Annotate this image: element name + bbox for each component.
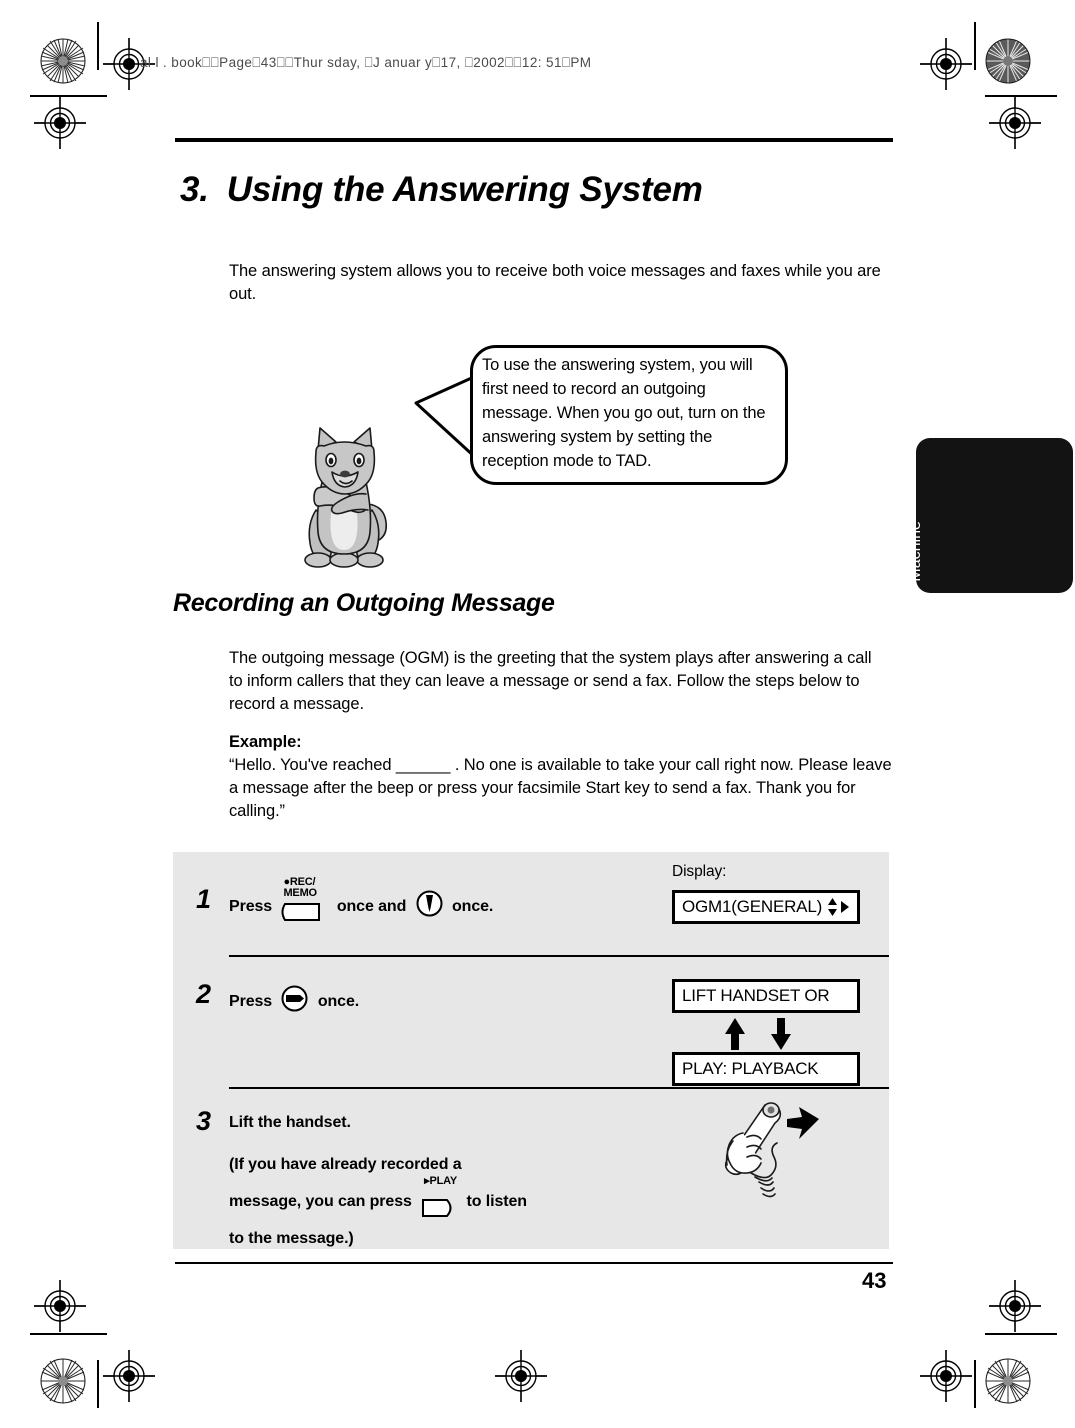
- chapter-number: 3.: [180, 170, 209, 209]
- step-number: 1: [196, 884, 212, 914]
- file-header-line: al l . book⎕⎕Page⎕43⎕⎕Thur sday, ⎕J anua…: [140, 55, 591, 71]
- speech-bubble-text: To use the answering system, you will fi…: [482, 356, 766, 470]
- play-key-icon[interactable]: ▸PLAY: [421, 1176, 457, 1217]
- step3-text-before: message, you can press: [229, 1193, 412, 1211]
- speech-bubble: To use the answering system, you will fi…: [410, 340, 805, 495]
- crop-mark-top-left-horizontal: [30, 95, 107, 97]
- crop-mark-top-left-vertical: [97, 22, 99, 70]
- page-number: 43: [862, 1268, 887, 1293]
- crop-mark-bottom-left-vertical: [97, 1360, 99, 1408]
- step3-line-2: (If you have already recorded a: [229, 1156, 462, 1173]
- step-instruction: Press once.: [229, 985, 359, 1019]
- down-arrow-circle-icon[interactable]: [416, 890, 443, 924]
- example-label: Example:: [229, 733, 302, 751]
- rec-memo-key-caption: ●REC/ MEMO: [283, 876, 317, 899]
- file-header-text: al l . book⎕⎕Page⎕43⎕⎕Thur sday, ⎕J anua…: [140, 55, 592, 70]
- example-block: Example: “Hello. You've reached ______ .…: [229, 731, 894, 823]
- display-text: LIFT HANDSET OR: [682, 986, 830, 1005]
- step-instruction: Lift the handset. (If you have already r…: [229, 1112, 659, 1250]
- registration-target-right-lower: [989, 1280, 1041, 1332]
- registration-target-left-upper: [34, 97, 86, 149]
- display-text: PLAY: PLAYBACK: [682, 1059, 819, 1078]
- registration-target-left-lower: [34, 1280, 86, 1332]
- lift-arrow-icon: [787, 1107, 819, 1139]
- crop-mark-bottom-right-vertical: [974, 1360, 976, 1408]
- crop-mark-top-right-vertical: [974, 22, 976, 70]
- registration-target-top-right: [920, 38, 972, 90]
- registration-target-bottom-center: [495, 1350, 547, 1402]
- intro-paragraph: The answering system allows you to recei…: [229, 262, 881, 303]
- steps-panel: Display: 1 Press ●REC/ MEMO once and onc…: [173, 852, 889, 1249]
- step-row: 3 Lift the handset. (If you have already…: [173, 1089, 889, 1249]
- display-right-arrow-icon: [840, 897, 850, 917]
- example-text: “Hello. You've reached ______ . No one i…: [229, 756, 892, 820]
- display-updown-arrow-icon: [826, 897, 839, 917]
- registration-rosette-bottom-left: [40, 1358, 86, 1404]
- crop-mark-bottom-right-horizontal: [985, 1333, 1057, 1335]
- step3-line-4: to the message.): [229, 1230, 354, 1247]
- step-row: 2 Press once. LIFT HANDSET OR PLAY: PLAY…: [173, 957, 889, 1089]
- registration-rosette-bottom-right: [985, 1358, 1031, 1404]
- footer-rule: [175, 1262, 893, 1264]
- display-box-bottom: PLAY: PLAYBACK: [672, 1052, 860, 1086]
- chapter-side-tab-label: 3. Answering Machine: [888, 490, 924, 582]
- registration-target-right-upper: [989, 97, 1041, 149]
- step1-text-before: Press: [229, 898, 273, 916]
- play-key-caption: ▸PLAY: [424, 1175, 458, 1187]
- page-title: 3. Using the Answering System: [180, 170, 703, 210]
- handset-illustration: [703, 1097, 823, 1212]
- crop-mark-top-right-horizontal: [985, 95, 1057, 97]
- step3-text-after: to listen: [466, 1193, 528, 1211]
- display-box-top: LIFT HANDSET OR: [672, 979, 860, 1013]
- step1-text-after: once.: [451, 898, 494, 916]
- step2-text-before: Press: [229, 993, 273, 1011]
- step3-line-1: Lift the handset.: [229, 1114, 351, 1131]
- step3-line-3: message, you can press ▸PLAY to listen: [229, 1176, 659, 1217]
- display-box: OGM1(GENERAL): [672, 890, 860, 924]
- title-top-rule: [175, 138, 893, 142]
- step-instruction: Press ●REC/ MEMO once and once.: [229, 877, 494, 924]
- step-row: 1 Press ●REC/ MEMO once and once. OGM1(G…: [173, 852, 889, 957]
- registration-target-bottom-left-inner: [103, 1350, 155, 1402]
- registration-rosette-top-left: [40, 38, 86, 84]
- fox-mascot-illustration: [296, 424, 394, 577]
- registration-rosette-top-right: [985, 38, 1031, 84]
- display-transition-arrows: [718, 1017, 808, 1056]
- rec-memo-key-icon[interactable]: ●REC/ MEMO: [281, 877, 327, 921]
- chapter-side-tab: 3. Answering Machine: [888, 438, 1073, 593]
- registration-target-bottom-right-inner: [920, 1350, 972, 1402]
- step-number: 3: [196, 1106, 212, 1136]
- display-text: OGM1(GENERAL): [682, 897, 823, 916]
- crop-mark-bottom-left-horizontal: [30, 1333, 107, 1335]
- chapter-title-text: Using the Answering System: [226, 170, 703, 209]
- section-heading: Recording an Outgoing Message: [173, 589, 555, 617]
- step1-text-middle: once and: [336, 898, 407, 916]
- section-paragraph: The outgoing message (OGM) is the greeti…: [229, 649, 872, 713]
- step2-text-after: once.: [317, 993, 360, 1011]
- step-number: 2: [196, 979, 212, 1009]
- right-arrow-circle-icon[interactable]: [281, 985, 308, 1019]
